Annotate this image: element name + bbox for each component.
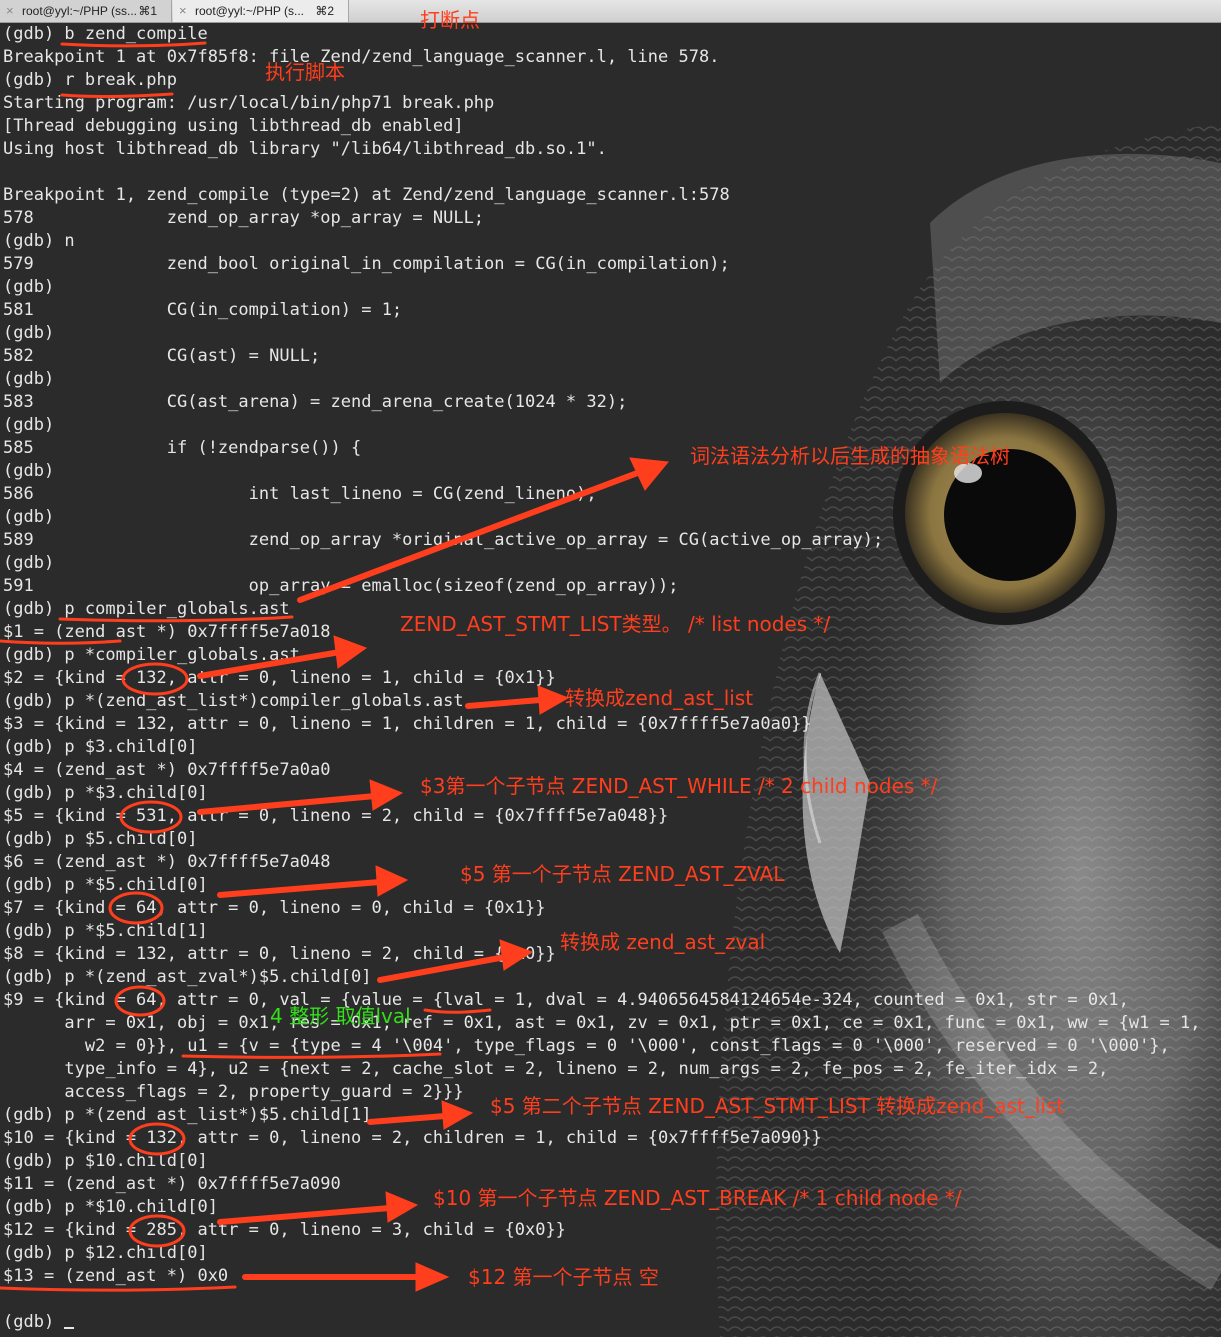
terminal-line: (gdb) bbox=[3, 507, 55, 527]
terminal-line: (gdb) p *(zend_ast_zval*)$5.child[0] bbox=[3, 967, 372, 987]
terminal-line: (gdb) p $12.child[0] bbox=[3, 1243, 208, 1263]
terminal-line: (gdb) r break.php bbox=[3, 70, 177, 90]
terminal-prompt[interactable]: (gdb) bbox=[3, 1311, 1200, 1334]
terminal-line: (gdb) p *(zend_ast_list*)$5.child[1] bbox=[3, 1105, 372, 1125]
terminal-line: (gdb) p *$10.child[0] bbox=[3, 1197, 218, 1217]
terminal-line: 581 CG(in_compilation) = 1; bbox=[3, 300, 403, 320]
terminal-line: (gdb) bbox=[3, 323, 55, 343]
tab-2-title: root@yyl:~/PHP (s... bbox=[195, 4, 304, 18]
terminal-line: $12 = {kind = 285, attr = 0, lineno = 3,… bbox=[3, 1220, 566, 1240]
terminal-line: Starting program: /usr/local/bin/php71 b… bbox=[3, 93, 495, 113]
terminal-line: (gdb) p $5.child[0] bbox=[3, 829, 198, 849]
terminal-line: $10 = {kind = 132, attr = 0, lineno = 2,… bbox=[3, 1128, 822, 1148]
terminal-line: (gdb) bbox=[3, 415, 55, 435]
terminal-line: $6 = (zend_ast *) 0x7ffff5e7a048 bbox=[3, 852, 331, 872]
terminal-line: (gdb) p *(zend_ast_list*)compiler_global… bbox=[3, 691, 464, 711]
terminal-line: (gdb) b zend_compile bbox=[3, 24, 208, 44]
tab-2-shortcut: ⌘2 bbox=[315, 4, 334, 18]
terminal-line: $2 = {kind = 132, attr = 0, lineno = 1, … bbox=[3, 668, 556, 688]
terminal-line: $5 = {kind = 531, attr = 0, lineno = 2, … bbox=[3, 806, 669, 826]
tab-1[interactable]: × root@yyl:~/PHP (ss... ⌘1 bbox=[0, 0, 172, 22]
terminal-line: Breakpoint 1, zend_compile (type=2) at Z… bbox=[3, 185, 730, 205]
terminal-line: 585 if (!zendparse()) { bbox=[3, 438, 362, 458]
terminal-pane[interactable]: (gdb) b zend_compile Breakpoint 1 at 0x7… bbox=[0, 23, 1221, 1337]
cursor bbox=[64, 1327, 75, 1329]
terminal-line: 578 zend_op_array *op_array = NULL; bbox=[3, 208, 485, 228]
close-icon[interactable]: × bbox=[6, 0, 14, 22]
terminal-line: (gdb) p $3.child[0] bbox=[3, 737, 198, 757]
tab-2[interactable]: × root@yyl:~/PHP (s... ⌘2 bbox=[173, 0, 349, 22]
terminal-line: 582 CG(ast) = NULL; bbox=[3, 346, 321, 366]
terminal-line: (gdb) p compiler_globals.ast bbox=[3, 599, 290, 619]
terminal-line: (gdb) n bbox=[3, 231, 75, 251]
terminal-line: access_flags = 2, property_guard = 2}}} bbox=[3, 1082, 464, 1102]
terminal-line: Breakpoint 1 at 0x7f85f8: file Zend/zend… bbox=[3, 47, 720, 67]
terminal-line: arr = 0x1, obj = 0x1, res = 0x1, ref = 0… bbox=[3, 1013, 1201, 1033]
terminal-line: $1 = (zend_ast *) 0x7ffff5e7a018 bbox=[3, 622, 331, 642]
terminal-line: $3 = {kind = 132, attr = 0, lineno = 1, … bbox=[3, 714, 812, 734]
terminal-line: (gdb) p *$3.child[0] bbox=[3, 783, 208, 803]
terminal-line: (gdb) bbox=[3, 277, 55, 297]
terminal-line: $13 = (zend_ast *) 0x0 bbox=[3, 1266, 229, 1286]
tab-1-title: root@yyl:~/PHP (ss... bbox=[22, 4, 137, 18]
terminal-line: 591 op_array = emalloc(sizeof(zend_op_ar… bbox=[3, 576, 679, 596]
terminal-line: $7 = {kind = 64, attr = 0, lineno = 0, c… bbox=[3, 898, 546, 918]
terminal-line: (gdb) bbox=[3, 369, 55, 389]
terminal-line: $11 = (zend_ast *) 0x7ffff5e7a090 bbox=[3, 1174, 341, 1194]
terminal-line: $9 = {kind = 64, attr = 0, val = {value … bbox=[3, 990, 1129, 1010]
terminal-line: type_info = 4}, u2 = {next = 2, cache_sl… bbox=[3, 1059, 1109, 1079]
terminal-line: w2 = 0}}, u1 = {v = {type = 4 '\004', ty… bbox=[3, 1036, 1170, 1056]
tab-bar: × root@yyl:~/PHP (ss... ⌘1 × root@yyl:~/… bbox=[0, 0, 1221, 23]
terminal-line: 583 CG(ast_arena) = zend_arena_create(10… bbox=[3, 392, 628, 412]
terminal-line: $4 = (zend_ast *) 0x7ffff5e7a0a0 bbox=[3, 760, 331, 780]
terminal-line: (gdb) p *compiler_globals.ast bbox=[3, 645, 300, 665]
terminal-line: 586 int last_lineno = CG(zend_lineno); bbox=[3, 484, 597, 504]
terminal-output: (gdb) b zend_compile Breakpoint 1 at 0x7… bbox=[3, 23, 1200, 1334]
terminal-line: 579 zend_bool original_in_compilation = … bbox=[3, 254, 730, 274]
tab-1-shortcut: ⌘1 bbox=[138, 4, 157, 18]
terminal-line: (gdb) p $10.child[0] bbox=[3, 1151, 208, 1171]
terminal-line: (gdb) p *$5.child[1] bbox=[3, 921, 208, 941]
terminal-line: $8 = {kind = 132, attr = 0, lineno = 2, … bbox=[3, 944, 556, 964]
terminal-line: 589 zend_op_array *original_active_op_ar… bbox=[3, 530, 884, 550]
terminal-line: (gdb) bbox=[3, 461, 55, 481]
terminal-line: Using host libthread_db library "/lib64/… bbox=[3, 139, 607, 159]
terminal-line: [Thread debugging using libthread_db ena… bbox=[3, 116, 464, 136]
prompt-text: (gdb) bbox=[3, 1312, 65, 1332]
terminal-line: (gdb) bbox=[3, 553, 55, 573]
terminal-line: (gdb) p *$5.child[0] bbox=[3, 875, 208, 895]
close-icon[interactable]: × bbox=[179, 0, 187, 22]
